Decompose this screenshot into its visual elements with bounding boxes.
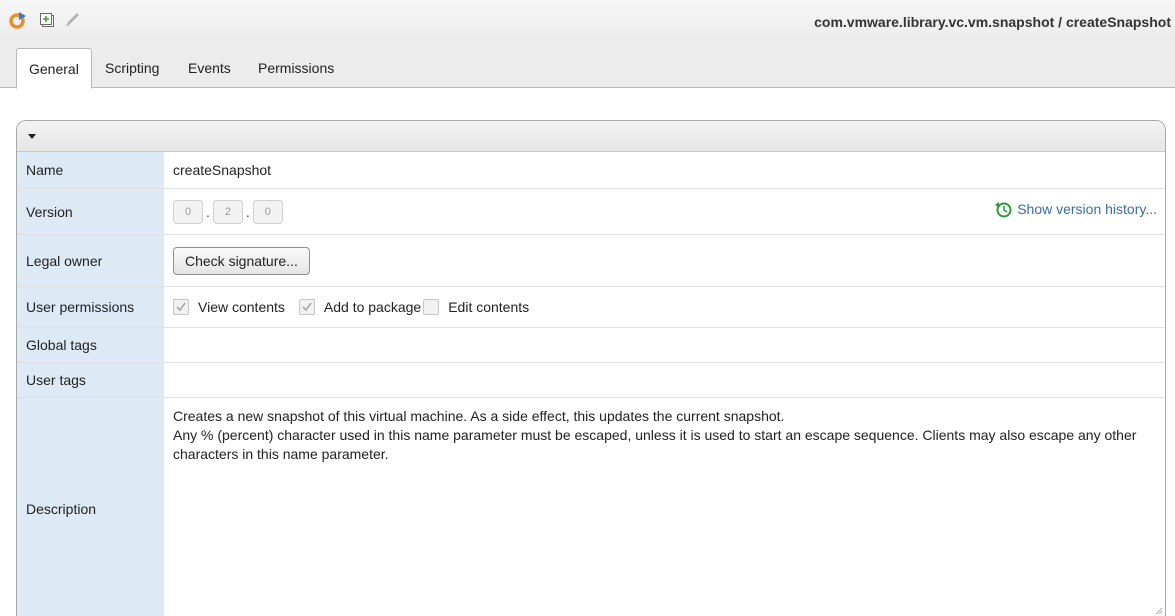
add-to-package-label: Add to package [323, 299, 422, 315]
add-to-package-checkbox[interactable]: Add to package [298, 299, 422, 315]
description-line: Creates a new snapshot of this virtual m… [173, 408, 785, 424]
history-icon [994, 200, 1012, 218]
edit-contents-checkbox[interactable]: Edit contents [423, 299, 529, 315]
version-patch-field[interactable]: 0 [252, 199, 283, 224]
toolbar: com.vmware.library.vc.vm.snapshot / crea… [0, 0, 1175, 40]
check-signature-button[interactable]: Check signature... [173, 246, 310, 275]
panel-header [17, 121, 1165, 152]
description-label: Description [17, 398, 164, 616]
collapse-arrow-icon[interactable] [28, 134, 36, 139]
name-label: Name [17, 152, 164, 188]
show-version-history-label: Show version history... [1017, 201, 1157, 217]
resize-grip-icon[interactable] [1155, 602, 1163, 616]
tab-scripting[interactable]: Scripting [105, 48, 159, 89]
version-minor-field[interactable]: 2 [212, 199, 243, 224]
user-tags-label: User tags [17, 363, 164, 397]
view-contents-checkbox[interactable]: View contents [173, 299, 285, 315]
user-permissions-value: View contents Add to package Edit conten… [164, 287, 1165, 327]
view-contents-label: View contents [198, 299, 285, 315]
version-row: Version 0 . 2 . 0 Show version history..… [17, 189, 1165, 235]
tab-events[interactable]: Events [188, 48, 231, 89]
edit-pencil-icon[interactable] [62, 10, 82, 30]
global-tags-label: Global tags [17, 328, 164, 362]
name-row: Name createSnapshot [17, 152, 1165, 189]
global-tags-row: Global tags [17, 328, 1165, 363]
show-version-history-link[interactable]: Show version history... [994, 200, 1157, 218]
tab-general[interactable]: General [16, 48, 92, 89]
user-permissions-row: User permissions View contents Add to pa… [17, 287, 1165, 328]
description-field[interactable]: Creates a new snapshot of this virtual m… [164, 398, 1165, 616]
edit-contents-label: Edit contents [448, 299, 530, 315]
version-label: Version [17, 189, 164, 234]
run-icon[interactable] [8, 10, 28, 30]
user-tags-row: User tags [17, 363, 1165, 398]
version-separator: . [206, 203, 210, 220]
duplicate-icon[interactable] [37, 10, 57, 30]
version-major-field[interactable]: 0 [173, 199, 203, 224]
legal-owner-value: Check signature... [164, 235, 1165, 286]
checkmark-icon [298, 299, 315, 315]
description-row: Description Creates a new snapshot of th… [17, 398, 1165, 616]
name-value: createSnapshot [173, 162, 272, 178]
description-line: Any % (percent) character used in this n… [173, 427, 1137, 462]
empty-checkbox-icon [423, 299, 440, 315]
global-tags-value[interactable] [164, 328, 1165, 362]
user-permissions-label: User permissions [17, 287, 164, 327]
checkmark-icon [173, 299, 189, 315]
window-title: com.vmware.library.vc.vm.snapshot / crea… [814, 14, 1171, 30]
tab-permissions[interactable]: Permissions [258, 48, 334, 89]
legal-owner-row: Legal owner Check signature... [17, 235, 1165, 287]
version-value: 0 . 2 . 0 Show version history... [164, 189, 1165, 234]
legal-owner-label: Legal owner [17, 235, 164, 286]
description-text: Creates a new snapshot of this virtual m… [173, 407, 1149, 464]
user-tags-value[interactable] [164, 363, 1165, 397]
version-separator: . [245, 203, 250, 220]
tab-bar: General Scripting Events Permissions [0, 40, 1175, 89]
general-panel: Name createSnapshot Version 0 . 2 . 0 Sh… [16, 120, 1166, 616]
